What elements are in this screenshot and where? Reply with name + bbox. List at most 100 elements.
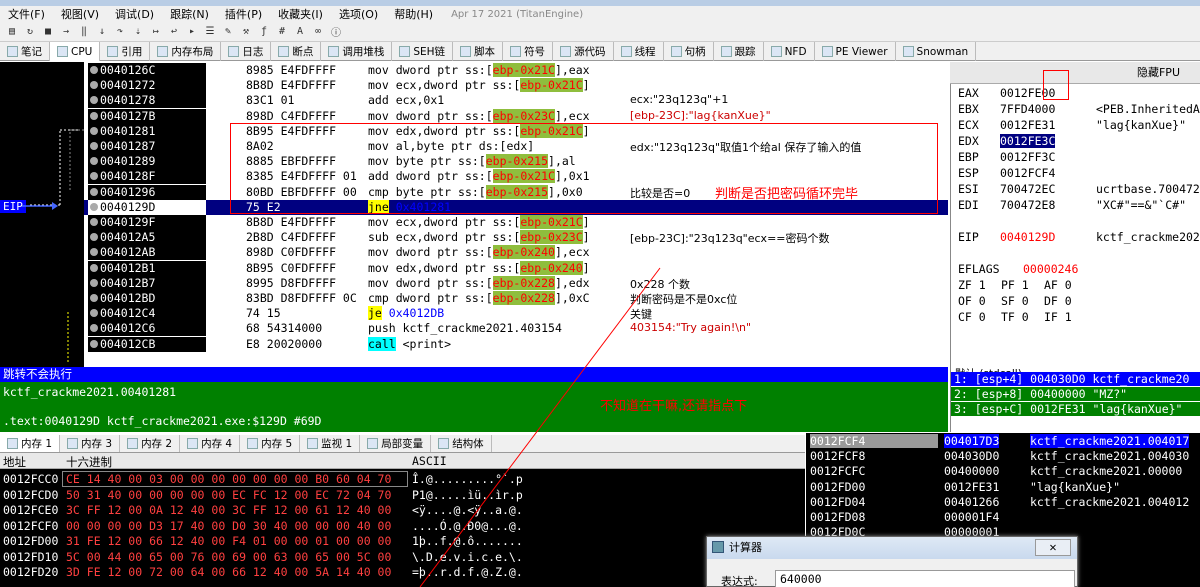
disasm-row[interactable]: 004012AB 898D C0FDFFFF mov dword ptr ss:[e…	[84, 245, 948, 261]
stack-row[interactable]: 0012FCF4 004017D3 kctf_crackme2021.004017	[806, 434, 1200, 449]
tab-8[interactable]: 脚本	[453, 42, 504, 61]
breakpoint-dot-icon[interactable]	[90, 233, 98, 242]
breakpoint-dot-icon[interactable]	[90, 324, 98, 333]
tab-13[interactable]: 跟踪	[714, 42, 764, 61]
tab-4[interactable]: 日志	[221, 42, 272, 61]
refresh-icon[interactable]: ↻	[22, 24, 38, 40]
tab-0[interactable]: 笔记	[0, 42, 50, 61]
menu-item-3[interactable]: 跟踪(N)	[162, 6, 217, 22]
breakpoint-dot-icon[interactable]	[90, 339, 98, 348]
breakpoint-dot-icon[interactable]	[90, 218, 98, 226]
menu-item-4[interactable]: 插件(P)	[217, 6, 270, 22]
menu-item-5[interactable]: 收藏夹(I)	[270, 6, 331, 22]
tab-9[interactable]: 符号	[503, 42, 554, 61]
flag-value[interactable]: CF 0	[958, 310, 986, 324]
breakpoint-dot-icon[interactable]	[90, 111, 98, 120]
folder-icon[interactable]: ▤	[4, 24, 20, 40]
stack-row[interactable]: 0012FD08 000001F4	[806, 510, 1200, 525]
disasm-row[interactable]: 004012B1 8B95 C0FDFFFF mov edx,dword ptr s…	[84, 260, 948, 276]
dump-row[interactable]: 0012FD10 5C 00 44 00 65 00 76 00 69 00 63…	[0, 550, 805, 566]
breakpoint-dot-icon[interactable]	[90, 248, 98, 257]
flag-value[interactable]: SF 0	[1001, 294, 1029, 308]
pause-icon[interactable]: ‖	[76, 24, 92, 40]
dump-tab-2[interactable]: 内存 2	[120, 435, 181, 452]
eflags-value[interactable]: 00000246	[1023, 262, 1078, 276]
dump-row[interactable]: 0012FCE0 3C FF 12 00 0A 12 40 00 3C FF 12…	[0, 503, 805, 519]
disasm-row[interactable]: 00401278 83C1 01 add ecx,0x1 ecx:"23q123q"+…	[84, 93, 948, 109]
tool-icon[interactable]: ⚒	[238, 24, 254, 40]
pen-icon[interactable]: ✎	[220, 24, 236, 40]
breakpoint-dot-icon[interactable]	[90, 187, 98, 196]
tab-2[interactable]: 引用	[100, 42, 151, 61]
dump-row[interactable]: 0012FCF0 00 00 00 00 D3 17 40 00 D0 30 40…	[0, 519, 805, 535]
disasm-row[interactable]: 004012CB E8 20020000 call <print>	[84, 336, 948, 352]
dump-tab-4[interactable]: 内存 5	[240, 435, 301, 452]
breakpoint-dot-icon[interactable]	[90, 126, 98, 135]
menu-item-2[interactable]: 调试(D)	[107, 6, 162, 22]
tab-7[interactable]: SEH链	[392, 42, 454, 61]
disasm-row[interactable]: 0040127B 898D C4FDFFFF mov dword ptr ss:[e…	[84, 108, 948, 124]
breakpoint-dot-icon[interactable]	[90, 278, 98, 287]
tab-5[interactable]: 断点	[271, 42, 322, 61]
run-user-icon[interactable]: ▸	[184, 24, 200, 40]
tab-15[interactable]: PE Viewer	[815, 42, 896, 61]
register-value[interactable]: 0012FCF4	[1000, 166, 1055, 180]
dump-tab-3[interactable]: 内存 4	[180, 435, 241, 452]
flag-value[interactable]: AF 0	[1044, 278, 1072, 292]
disassembly-view[interactable]: 0040126C 8985 E4FDFFFF mov dword ptr ss:[e…	[84, 62, 948, 367]
tab-12[interactable]: 句柄	[664, 42, 714, 61]
info-icon[interactable]: ⓘ	[328, 24, 344, 40]
run-to-icon[interactable]: ↦	[148, 24, 164, 40]
register-value[interactable]: 0012FE31	[1000, 118, 1055, 132]
register-value[interactable]: 0040129D	[1000, 230, 1055, 244]
tab-14[interactable]: NFD	[764, 42, 815, 61]
dump-tab-6[interactable]: 局部变量	[360, 435, 432, 452]
breakpoint-dot-icon[interactable]	[90, 157, 98, 166]
flag-value[interactable]: OF 0	[958, 294, 986, 308]
disasm-row[interactable]: 0040126C 8985 E4FDFFFF mov dword ptr ss:[e…	[84, 63, 948, 78]
close-button[interactable]: ✕	[1035, 539, 1071, 556]
disasm-row[interactable]: 004012A5 2B8D C4FDFFFF sub ecx,dword ptr s…	[84, 230, 948, 246]
dump-tab-1[interactable]: 内存 3	[60, 435, 121, 452]
fx-icon[interactable]: ƒ	[256, 24, 272, 40]
breakpoint-dot-icon[interactable]	[90, 66, 98, 74]
menu-item-7[interactable]: 帮助(H)	[386, 6, 441, 22]
step-over-icon[interactable]: ↷	[112, 24, 128, 40]
flag-value[interactable]: IF 1	[1044, 310, 1072, 324]
dump-row[interactable]: 0012FD20 3D FE 12 00 72 00 64 00 66 12 40…	[0, 565, 805, 581]
return-icon[interactable]: ↩	[166, 24, 182, 40]
breakpoint-dot-icon[interactable]	[90, 263, 98, 272]
register-value[interactable]: 700472EC	[1000, 182, 1055, 196]
stack-row[interactable]: 0012FD00 0012FE31 "lag{kanXue}"	[806, 480, 1200, 495]
flag-value[interactable]: TF 0	[1001, 310, 1029, 324]
register-value[interactable]: 0012FF3C	[1000, 150, 1055, 164]
tab-1[interactable]: CPU	[50, 42, 101, 61]
breakpoint-dot-icon[interactable]	[90, 96, 98, 105]
dump-tab-0[interactable]: 内存 1	[0, 435, 61, 452]
dump-tab-5[interactable]: 监视 1	[300, 435, 361, 452]
tab-6[interactable]: 调用堆栈	[321, 42, 393, 61]
a-icon[interactable]: A	[292, 24, 308, 40]
stack-row[interactable]: 0012FD04 00401266 kctf_crackme2021.004012	[806, 495, 1200, 510]
disasm-row[interactable]: 004012B7 8995 D8FDFFFF mov dword ptr ss:[e…	[84, 275, 948, 291]
disasm-row[interactable]: 0040129F 8B8D E4FDFFFF mov ecx,dword ptr s…	[84, 215, 948, 230]
hide-fpu-button[interactable]: 隐藏FPU	[950, 62, 1200, 84]
expression-input[interactable]: 640000	[775, 570, 1075, 587]
disasm-row[interactable]: 004012C4 74 15 je 0x4012DB 关键	[84, 306, 948, 322]
menu-item-6[interactable]: 选项(O)	[331, 6, 386, 22]
breakpoint-dot-icon[interactable]	[90, 294, 98, 302]
list-icon[interactable]: ☰	[202, 24, 218, 40]
tab-16[interactable]: Snowman	[896, 42, 977, 61]
breakpoint-dot-icon[interactable]	[90, 202, 98, 211]
disasm-row[interactable]: 004012C6 68 54314000 push kctf_crackme2021…	[84, 321, 948, 337]
menu-item-1[interactable]: 视图(V)	[53, 6, 107, 22]
flag-value[interactable]: PF 1	[1001, 278, 1029, 292]
dump-row[interactable]: 0012FCD0 50 31 40 00 00 00 00 00 EC FC 12…	[0, 488, 805, 504]
breakpoint-dot-icon[interactable]	[90, 81, 98, 90]
dump-row[interactable]: 0012FCC0 CE 14 40 00 03 00 00 00 00 00 00…	[0, 472, 805, 488]
dump-row[interactable]: 0012FD00 31 FE 12 00 66 12 40 00 F4 01 00…	[0, 534, 805, 550]
stop-icon[interactable]: ■	[40, 24, 56, 40]
tab-3[interactable]: 内存布局	[150, 42, 222, 61]
menu-item-0[interactable]: 文件(F)	[0, 6, 53, 22]
register-value[interactable]: 0012FE3C	[1000, 134, 1056, 148]
